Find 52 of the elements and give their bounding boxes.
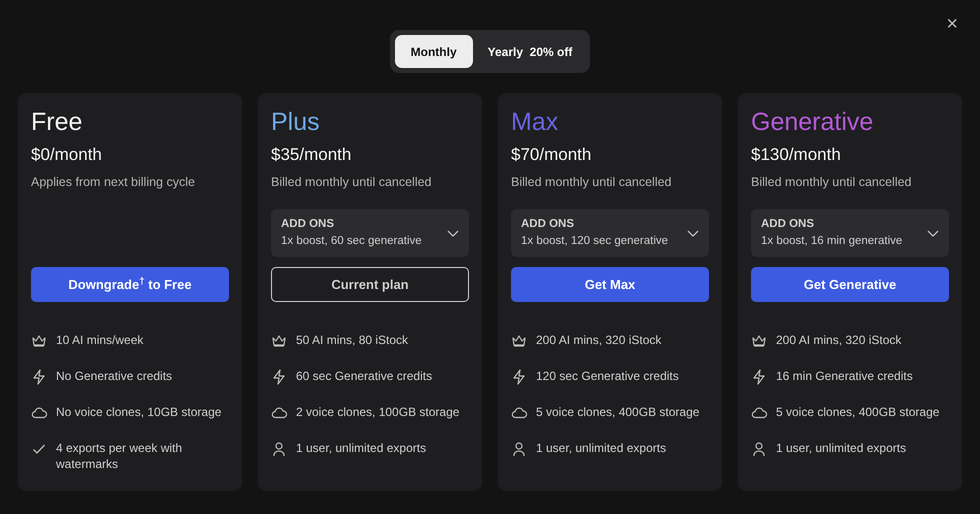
feature-text: 5 voice clones, 400GB storage: [536, 404, 700, 420]
plan-note: Applies from next billing cycle: [31, 174, 196, 191]
plan-price: $0/month: [31, 144, 103, 166]
crown-icon: [751, 333, 767, 350]
chevron-down-icon: [447, 230, 459, 237]
plan-price: $70/month: [511, 144, 592, 166]
feature-text: No Generative credits: [56, 368, 172, 384]
crown-icon: [271, 333, 287, 350]
crown-icon: [31, 333, 47, 350]
plan-note: Billed monthly until cancelled: [511, 174, 673, 191]
plan-price: $130/month: [751, 144, 842, 166]
feature-text: 10 AI mins/week: [56, 332, 144, 348]
addons-dropdown[interactable]: ADD ONS 1x boost, 120 sec generative: [511, 209, 709, 258]
chevron-down-icon: [927, 230, 939, 237]
addons-dropdown[interactable]: ADD ONS 1x boost, 16 min generative: [751, 209, 949, 258]
feature-text: 200 AI mins, 320 iStock: [536, 332, 662, 348]
feature-text: 16 min Generative credits: [776, 368, 913, 384]
plan-note: Billed monthly until cancelled: [751, 174, 913, 191]
feature-text: 2 voice clones, 100GB storage: [296, 404, 460, 420]
feature-text: 50 AI mins, 80 iStock: [296, 332, 408, 348]
user-icon: [271, 441, 287, 458]
feature-text: 120 sec Generative credits: [536, 368, 679, 384]
feature-text: 1 user, unlimited exports: [776, 440, 906, 456]
billing-tab[interactable]: Monthly: [394, 35, 473, 68]
plan-button[interactable]: Get Max: [511, 267, 709, 302]
chevron-down-icon: [687, 230, 699, 237]
user-icon: [751, 441, 767, 458]
feature-text: 200 AI mins, 320 iStock: [776, 332, 902, 348]
feature-text: 4 exports per week with watermarks: [56, 440, 184, 472]
plan-price: $35/month: [271, 144, 352, 166]
plan-button[interactable]: Current plan: [271, 267, 469, 302]
feature-text: 60 sec Generative credits: [296, 368, 432, 384]
plan-name: Generative: [751, 107, 874, 137]
user-icon: [511, 441, 527, 458]
plan-name: Max: [511, 107, 560, 137]
lightning-icon: [31, 369, 47, 386]
billing-tab[interactable]: Yearly 20% off: [474, 35, 586, 68]
feature-text: 1 user, unlimited exports: [536, 440, 666, 456]
addons-dropdown[interactable]: ADD ONS 1x boost, 60 sec generative: [271, 209, 469, 258]
lightning-icon: [511, 369, 527, 386]
plan-note: Billed monthly until cancelled: [271, 174, 433, 191]
plan-button[interactable]: Downgrade$^{†}$ to Free: [31, 267, 229, 302]
plan-button[interactable]: Get Generative: [751, 267, 949, 302]
plan-name: Free: [31, 107, 84, 137]
crown-icon: [511, 333, 527, 350]
plan-name: Plus: [271, 107, 321, 137]
feature-text: 1 user, unlimited exports: [296, 440, 426, 456]
close-button[interactable]: ×: [942, 12, 962, 36]
lightning-icon: [271, 369, 287, 386]
lightning-icon: [751, 369, 767, 386]
feature-text: No voice clones, 10GB storage: [56, 404, 222, 420]
feature-text: 5 voice clones, 400GB storage: [776, 404, 940, 420]
